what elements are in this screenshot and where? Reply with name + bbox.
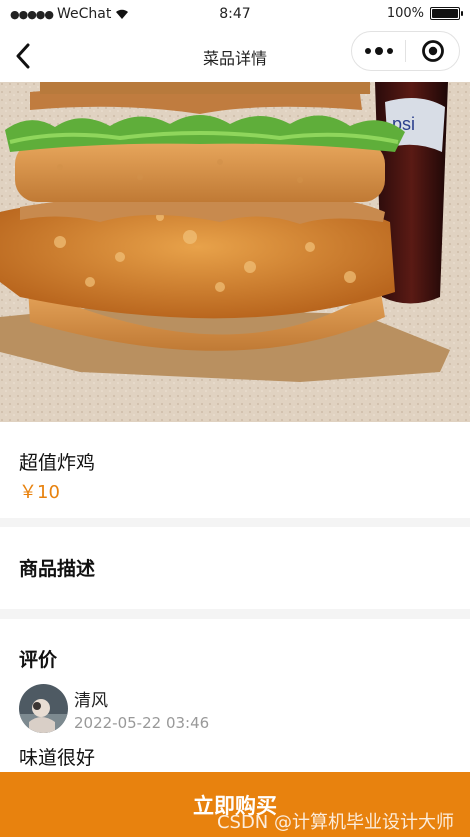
dish-price: ￥10 bbox=[19, 482, 60, 503]
battery-label: 100% bbox=[386, 6, 424, 21]
reviewer-name: 清风 bbox=[74, 691, 108, 711]
review-date: 2022-05-22 03:46 bbox=[74, 714, 210, 732]
more-dots-icon bbox=[364, 47, 393, 55]
description-title: 商品描述 bbox=[19, 558, 96, 580]
close-button[interactable] bbox=[406, 32, 459, 70]
more-button[interactable] bbox=[352, 32, 405, 70]
mini-program-capsule bbox=[351, 31, 460, 71]
battery-icon bbox=[430, 7, 463, 20]
buy-now-bar[interactable]: 立即购买 CSDN @计算机毕业设计大师 bbox=[0, 772, 470, 837]
avatar bbox=[19, 684, 68, 733]
reviews-card: 评价 清风 2022-05-22 03:46 味道很好 bbox=[0, 619, 470, 774]
target-circle-icon bbox=[421, 40, 444, 62]
description-card: 商品描述 bbox=[0, 527, 470, 609]
status-bar: ●●●●● WeChat 8:47 100% bbox=[0, 0, 470, 30]
battery-fill bbox=[432, 9, 458, 18]
status-right: 100% bbox=[386, 6, 463, 21]
reviews-title: 评价 bbox=[19, 649, 58, 671]
dish-info-card: 超值炸鸡 ￥10 bbox=[0, 422, 470, 518]
nav-bar: 菜品详情 bbox=[0, 30, 470, 82]
dish-name: 超值炸鸡 bbox=[19, 452, 96, 474]
review-text: 味道很好 bbox=[19, 747, 96, 769]
watermark: CSDN @计算机毕业设计大师 bbox=[216, 812, 454, 833]
dish-photo: psi bbox=[0, 82, 470, 422]
